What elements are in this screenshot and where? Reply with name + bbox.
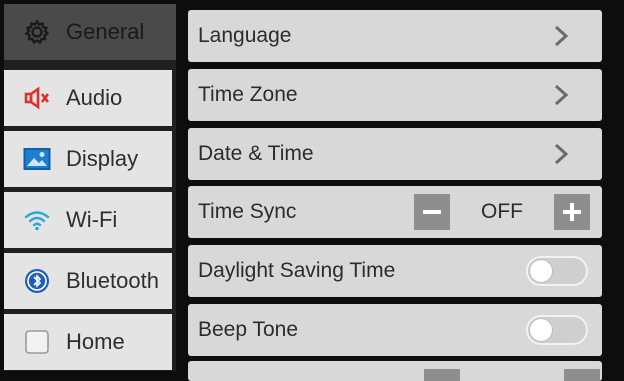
time-sync-stepper: OFF	[414, 194, 590, 230]
sidebar-item-label: Home	[66, 329, 125, 354]
sidebar-item-wifi[interactable]: Wi-Fi	[4, 192, 172, 248]
plus-icon	[563, 203, 581, 221]
setting-row-partial	[188, 361, 602, 381]
gear-icon	[22, 17, 52, 47]
daylight-saving-toggle[interactable]	[526, 256, 588, 286]
speaker-icon	[22, 83, 52, 113]
setting-label: Time Zone	[198, 83, 298, 106]
sidebar: General Audio Display Wi-Fi Bluetooth Ho…	[4, 4, 176, 371]
sidebar-item-label: Audio	[66, 85, 123, 110]
sidebar-item-display[interactable]: Display	[4, 131, 172, 187]
setting-row-daylight-saving-time: Daylight Saving Time	[188, 245, 602, 297]
sidebar-item-audio[interactable]: Audio	[4, 70, 172, 126]
sidebar-item-label: General	[66, 19, 145, 44]
settings-panel: Language Time Zone Date & Time Time Sync…	[182, 0, 624, 381]
beep-tone-toggle[interactable]	[526, 315, 588, 345]
setting-label: Beep Tone	[198, 318, 299, 341]
setting-row-time-zone[interactable]: Time Zone	[188, 69, 602, 121]
chevron-right-icon	[554, 84, 569, 106]
minus-icon	[423, 210, 441, 214]
chevron-right-icon	[554, 25, 569, 47]
time-sync-value: OFF	[481, 200, 523, 223]
setting-row-time-sync: Time Sync OFF	[188, 186, 602, 238]
sidebar-item-home[interactable]: Home	[4, 314, 172, 370]
setting-row-language[interactable]: Language	[188, 10, 602, 62]
setting-label: Daylight Saving Time	[198, 259, 396, 282]
sidebar-item-label: Wi-Fi	[66, 207, 118, 232]
setting-row-date-time[interactable]: Date & Time	[188, 128, 602, 180]
setting-label: Language	[198, 24, 292, 47]
sidebar-item-label: Display	[66, 146, 139, 171]
sidebar-item-bluetooth[interactable]: Bluetooth	[4, 253, 172, 309]
toggle-knob	[529, 259, 553, 283]
sidebar-item-label: Bluetooth	[66, 268, 159, 293]
chevron-right-icon	[554, 143, 569, 165]
setting-label: Time Sync	[198, 200, 297, 223]
wifi-icon	[22, 205, 52, 235]
bluetooth-icon	[22, 266, 52, 296]
sidebar-item-general[interactable]: General	[4, 4, 176, 60]
toggle-knob	[529, 318, 553, 342]
increment-button[interactable]	[554, 194, 590, 230]
setting-row-beep-tone: Beep Tone	[188, 304, 602, 356]
home-icon	[22, 327, 52, 357]
decrement-button[interactable]	[414, 194, 450, 230]
image-icon	[22, 144, 52, 174]
setting-label: Date & Time	[198, 142, 314, 165]
